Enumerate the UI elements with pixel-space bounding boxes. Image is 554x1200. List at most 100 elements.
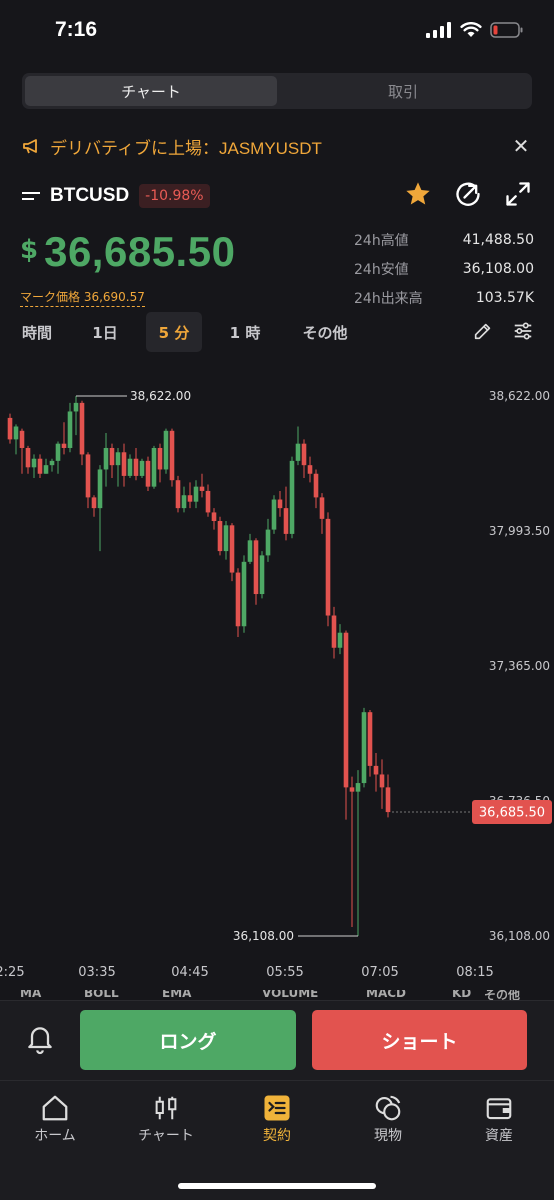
candle — [127, 458, 133, 476]
stat-value: 36,108.00 — [462, 260, 534, 277]
candle — [151, 447, 157, 487]
nav-chart[interactable]: チャート — [121, 1091, 211, 1145]
nav-assets[interactable]: 資産 — [454, 1091, 544, 1145]
timeframe-time[interactable]: 時間 — [14, 312, 60, 352]
indicator-tab[interactable]: VOLUME — [262, 990, 318, 1000]
battery-icon — [490, 22, 523, 38]
home-icon — [42, 1095, 68, 1121]
pencil-icon[interactable] — [472, 320, 494, 342]
x-axis-label: 2:25 — [0, 965, 25, 980]
candle — [343, 632, 349, 788]
wifi-icon — [460, 22, 482, 37]
share-icon[interactable] — [454, 180, 482, 208]
view-segment-control: チャート 取引 — [22, 73, 532, 109]
settings-sliders-icon[interactable] — [512, 320, 534, 342]
home-indicator — [178, 1183, 376, 1189]
candle — [205, 490, 211, 513]
long-button[interactable]: ロング — [80, 1010, 296, 1070]
candle — [67, 411, 73, 448]
timeframe-5m[interactable]: 5 分 — [146, 312, 202, 352]
candle — [295, 443, 301, 461]
price-chart[interactable]: 38,622.0037,993.5037,365.0036,736.5036,1… — [0, 372, 554, 992]
menu-icon[interactable] — [22, 189, 42, 203]
tab-trade[interactable]: 取引 — [277, 76, 529, 106]
price-value: 36,685.50 — [44, 228, 236, 275]
pair-symbol[interactable]: BTCUSD — [50, 185, 129, 207]
indicator-tab[interactable]: EMA — [162, 990, 191, 1000]
indicator-tab[interactable]: MACD — [366, 990, 406, 1000]
candle — [199, 486, 205, 491]
candle — [73, 402, 79, 412]
candle — [265, 529, 271, 556]
candle — [25, 447, 31, 468]
y-axis-label: 38,622.00 — [489, 389, 550, 403]
candle — [325, 518, 331, 616]
candle — [331, 615, 337, 648]
stats-panel: 24h高値 41,488.50 24h安値 36,108.00 24h出来高 1… — [354, 225, 534, 312]
stat-row-low: 24h安値 36,108.00 — [354, 254, 534, 283]
candle — [79, 402, 85, 455]
contract-icon — [264, 1095, 290, 1121]
indicator-tab[interactable]: MA — [20, 990, 41, 1000]
candle — [163, 430, 169, 470]
candle — [175, 480, 181, 509]
indicator-tab[interactable]: KD — [452, 990, 471, 1000]
candle — [259, 555, 265, 595]
nav-label: 資産 — [485, 1128, 513, 1144]
pair-actions — [404, 180, 532, 208]
nav-home[interactable]: ホーム — [10, 1091, 100, 1145]
spot-icon — [375, 1095, 401, 1121]
candle — [49, 460, 55, 466]
nav-label: 契約 — [263, 1128, 291, 1144]
tab-chart[interactable]: チャート — [25, 76, 277, 106]
current-price-label: 36,685.50 — [479, 805, 545, 820]
candle — [349, 787, 355, 792]
candle — [301, 443, 307, 466]
candle — [385, 787, 391, 813]
nav-contract[interactable]: 契約 — [232, 1091, 322, 1145]
status-bar: 7:16 — [0, 0, 554, 64]
candles-icon — [155, 1096, 177, 1120]
x-axis-label: 04:45 — [171, 965, 208, 980]
high-marker-label: 38,622.00 — [130, 389, 191, 403]
candle — [319, 497, 325, 519]
candle — [181, 495, 187, 509]
candle — [91, 497, 97, 509]
candle — [373, 765, 379, 775]
indicator-tab[interactable]: BOLL — [84, 990, 119, 1000]
x-axis-label: 07:05 — [361, 965, 398, 980]
banner-text: デリバティブに上場：JASMYUSDT — [50, 138, 322, 158]
stat-row-high: 24h高値 41,488.50 — [354, 225, 534, 254]
mark-price[interactable]: マーク価格 36,690.57 — [20, 288, 145, 307]
candle — [361, 712, 367, 784]
candle — [223, 525, 229, 552]
candle — [379, 774, 385, 788]
timeframe-1d[interactable]: 1日 — [82, 312, 128, 352]
candle — [97, 469, 103, 509]
candle — [169, 430, 175, 481]
status-time: 7:16 — [55, 18, 98, 41]
candle — [271, 499, 277, 530]
close-icon[interactable]: ✕ — [510, 133, 532, 159]
candlestick-chart[interactable]: 38,622.0037,993.5037,365.0036,736.5036,1… — [0, 372, 554, 992]
megaphone-icon — [23, 139, 37, 154]
timeframe-more[interactable]: その他 — [292, 312, 358, 352]
nav-label: 現物 — [374, 1128, 402, 1144]
short-button[interactable]: ショート — [312, 1010, 527, 1070]
y-axis-label: 37,365.00 — [489, 659, 550, 673]
stat-row-volume: 24h出来高 103.57K — [354, 283, 534, 312]
candle — [193, 486, 199, 502]
star-icon[interactable] — [404, 180, 432, 208]
bell-icon[interactable] — [24, 1023, 56, 1055]
nav-label: ホーム — [34, 1128, 76, 1144]
candle — [43, 465, 49, 474]
stat-value: 41,488.50 — [462, 231, 534, 248]
candle — [307, 465, 313, 474]
candle — [187, 495, 193, 502]
timeframe-1h[interactable]: 1 時 — [220, 312, 270, 352]
listing-banner[interactable]: デリバティブに上場：JASMYUSDT ✕ — [22, 133, 532, 159]
change-badge: -10.98% — [139, 184, 210, 208]
nav-spot[interactable]: 現物 — [343, 1091, 433, 1145]
expand-icon[interactable] — [504, 180, 532, 208]
candle — [367, 712, 373, 766]
